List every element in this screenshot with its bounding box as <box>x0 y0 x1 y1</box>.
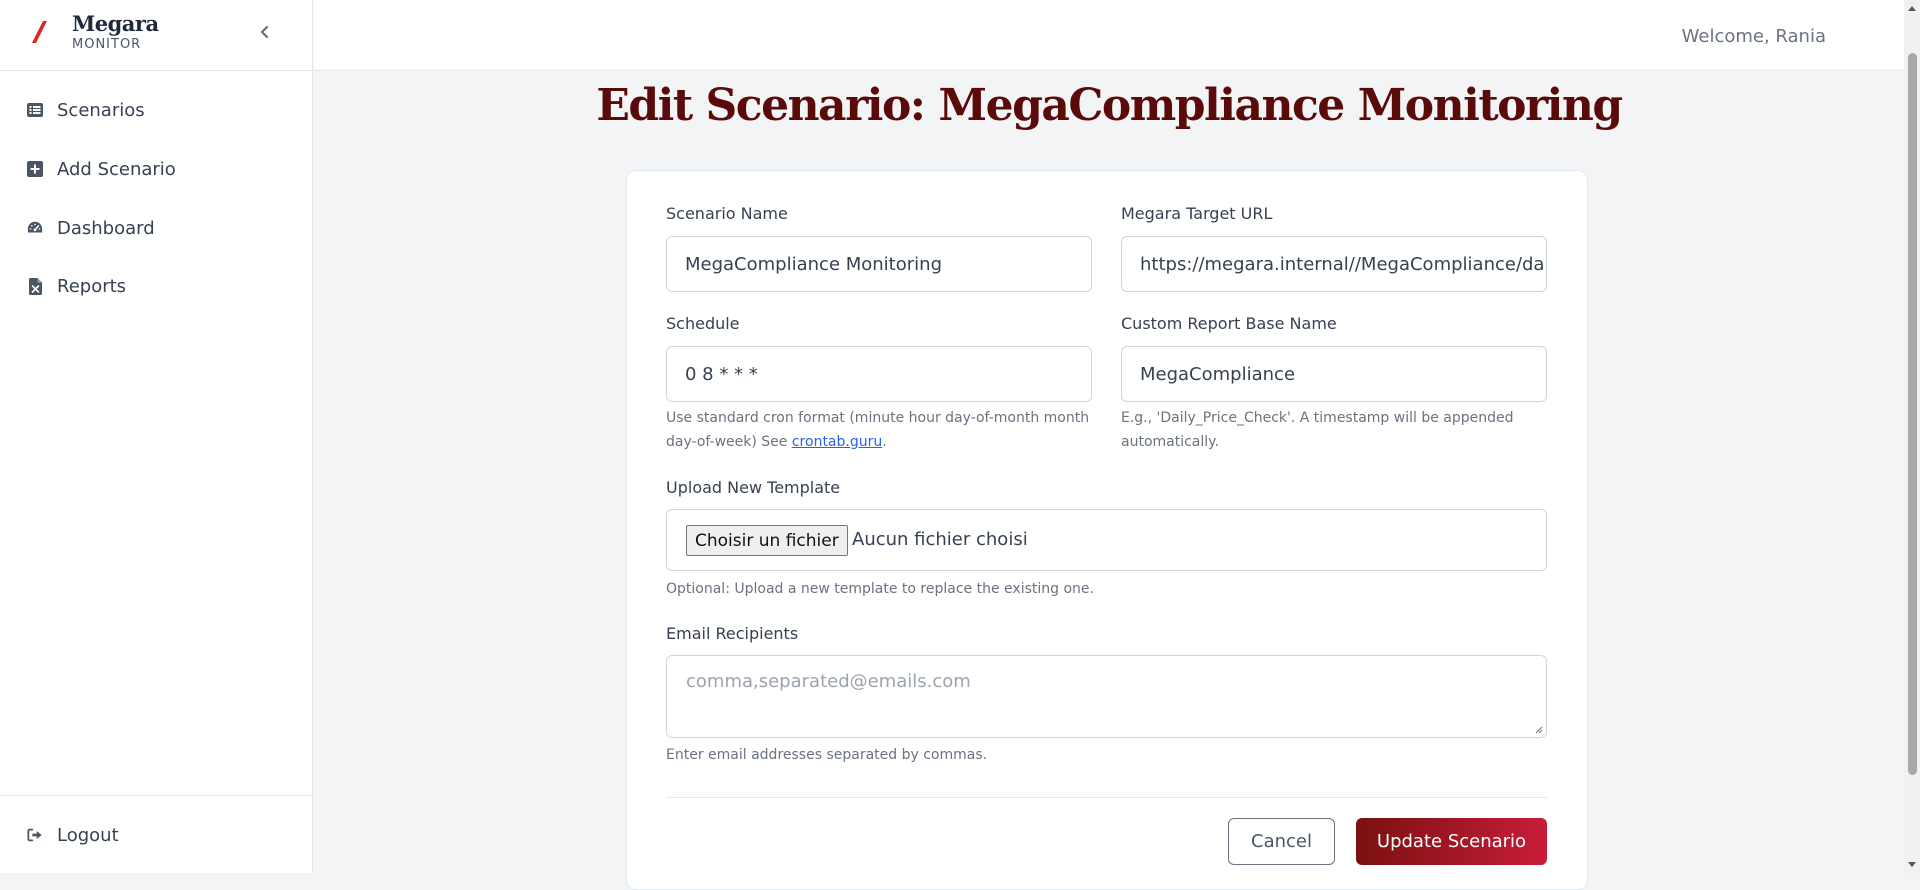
brand-name: Megara <box>72 11 159 36</box>
megara-logo-icon <box>32 21 47 43</box>
email-recipients-textarea[interactable]: comma,separated@emails.com <box>666 655 1547 738</box>
schedule-label: Schedule <box>666 314 740 333</box>
scroll-down-arrow-icon[interactable] <box>1904 857 1920 873</box>
top-bar: Welcome, Rania <box>314 0 1904 71</box>
brand-header: Megara MONITOR <box>0 0 312 71</box>
email-recipients-help: Enter email addresses separated by comma… <box>666 747 988 763</box>
report-base-name-input[interactable]: MegaCompliance <box>1121 346 1547 402</box>
welcome-text: Welcome, Rania <box>1681 26 1826 47</box>
page-scrollbar[interactable] <box>1904 0 1920 873</box>
crontab-guru-link[interactable]: crontab.guru <box>792 434 882 450</box>
list-icon <box>27 102 43 118</box>
report-base-name-label: Custom Report Base Name <box>1121 314 1337 333</box>
form-divider <box>666 797 1547 798</box>
resize-grip-icon[interactable] <box>1533 724 1543 734</box>
collapse-sidebar-button[interactable] <box>254 22 274 42</box>
gauge-icon <box>27 220 43 236</box>
upload-template-help: Optional: Upload a new template to repla… <box>666 581 1094 597</box>
upload-template-label: Upload New Template <box>666 478 841 497</box>
cancel-button[interactable]: Cancel <box>1228 818 1335 865</box>
logout-icon <box>27 827 43 843</box>
template-file-input[interactable]: Choisir un fichier Aucun fichier choisi <box>666 509 1547 571</box>
choose-file-button[interactable]: Choisir un fichier <box>686 525 848 556</box>
report-base-name-help: E.g., 'Daily_Price_Check'. A timestamp w… <box>1121 410 1514 450</box>
sidebar-item-scenarios[interactable]: Scenarios <box>0 86 313 134</box>
email-recipients-label: Email Recipients <box>666 624 799 643</box>
scenario-name-label: Scenario Name <box>666 204 788 223</box>
sidebar-divider <box>0 795 313 796</box>
logout-button[interactable]: Logout <box>0 811 313 859</box>
plus-square-icon <box>27 161 43 177</box>
email-recipients-placeholder: comma,separated@emails.com <box>686 671 971 692</box>
update-scenario-button[interactable]: Update Scenario <box>1356 818 1547 865</box>
sidebar: Megara MONITOR Scenarios Add Scenario Da… <box>0 0 313 873</box>
sidebar-item-dashboard[interactable]: Dashboard <box>0 204 313 252</box>
sidebar-item-label: Add Scenario <box>57 158 176 180</box>
logout-label: Logout <box>57 824 119 846</box>
scrollbar-thumb[interactable] <box>1908 53 1917 775</box>
brand-subtitle: MONITOR <box>72 37 142 52</box>
file-status: Aucun fichier choisi <box>852 529 1028 550</box>
scroll-up-arrow-icon[interactable] <box>1904 0 1920 16</box>
page-title: Edit Scenario: MegaCompliance Monitoring <box>596 80 1623 131</box>
schedule-input[interactable]: 0 8 * * * <box>666 346 1092 402</box>
schedule-help: Use standard cron format (minute hour da… <box>666 406 1092 454</box>
sidebar-item-label: Scenarios <box>57 99 145 121</box>
chevron-left-icon <box>260 25 269 39</box>
file-excel-icon <box>27 277 43 295</box>
target-url-label: Megara Target URL <box>1121 204 1273 223</box>
scenario-name-input[interactable]: MegaCompliance Monitoring <box>666 236 1092 292</box>
schedule-help-end: . <box>882 434 887 450</box>
sidebar-item-label: Dashboard <box>57 217 155 239</box>
sidebar-item-add-scenario[interactable]: Add Scenario <box>0 145 313 193</box>
target-url-input[interactable]: https://megara.internal//MegaCompliance/… <box>1121 236 1547 292</box>
sidebar-item-label: Reports <box>57 275 127 297</box>
sidebar-item-reports[interactable]: Reports <box>0 262 313 310</box>
